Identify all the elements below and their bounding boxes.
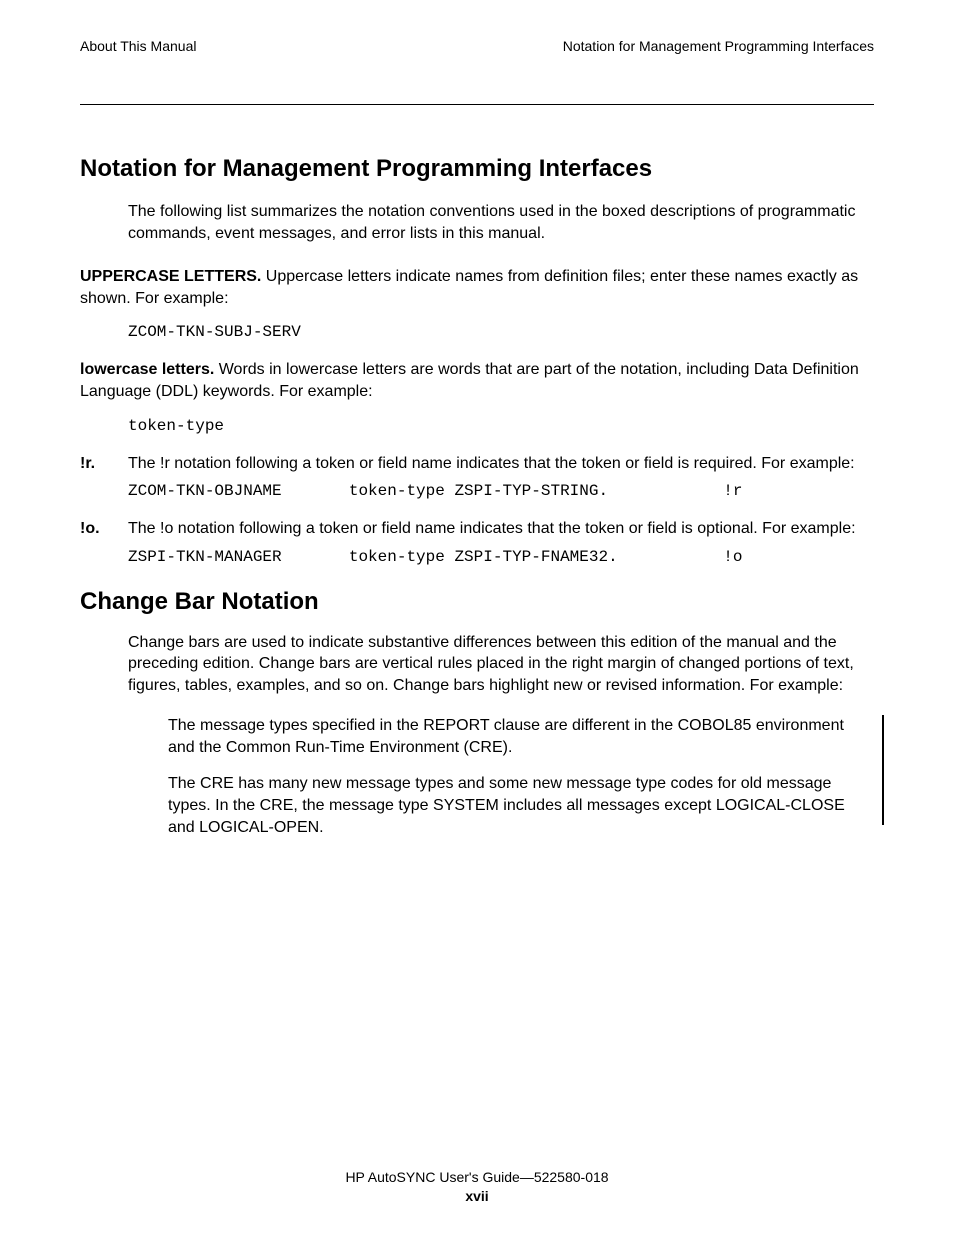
changebar-example-block: The message types specified in the REPOR… bbox=[168, 715, 874, 839]
footer-title: HP AutoSYNC User's Guide—522580-018 bbox=[0, 1168, 954, 1188]
r-notation-block: !r. The !r notation following a token or… bbox=[80, 453, 874, 475]
change-bar-icon bbox=[882, 715, 884, 825]
r-notation-label: !r. bbox=[80, 453, 128, 475]
lowercase-letters-label: lowercase letters. bbox=[80, 361, 214, 378]
lowercase-code: token-type bbox=[128, 417, 874, 435]
o-notation-block: !o. The !o notation following a token or… bbox=[80, 518, 874, 540]
header-right: Notation for Management Programming Inte… bbox=[563, 38, 874, 54]
r-code: ZCOM-TKN-OBJNAME token-type ZSPI-TYP-STR… bbox=[128, 482, 874, 500]
section-heading-notation: Notation for Management Programming Inte… bbox=[80, 155, 874, 183]
uppercase-letters-label: UPPERCASE LETTERS. bbox=[80, 268, 261, 285]
changebar-paragraph: Change bars are used to indicate substan… bbox=[128, 632, 874, 697]
page-header: About This Manual Notation for Managemen… bbox=[80, 38, 874, 54]
changebar-example-1: The message types specified in the REPOR… bbox=[168, 715, 860, 759]
lowercase-letters-block: lowercase letters. Words in lowercase le… bbox=[80, 359, 874, 402]
footer-page-number: xvii bbox=[0, 1187, 954, 1207]
o-notation-label: !o. bbox=[80, 518, 128, 540]
page-footer: HP AutoSYNC User's Guide—522580-018 xvii bbox=[0, 1168, 954, 1207]
changebar-example-2: The CRE has many new message types and s… bbox=[168, 773, 860, 839]
uppercase-letters-block: UPPERCASE LETTERS. Uppercase letters ind… bbox=[80, 266, 874, 309]
r-notation-text: The !r notation following a token or fie… bbox=[128, 453, 874, 475]
intro-paragraph: The following list summarizes the notati… bbox=[128, 201, 874, 244]
section-heading-changebar: Change Bar Notation bbox=[80, 588, 874, 616]
header-left: About This Manual bbox=[80, 38, 196, 54]
o-notation-text: The !o notation following a token or fie… bbox=[128, 518, 874, 540]
o-code: ZSPI-TKN-MANAGER token-type ZSPI-TYP-FNA… bbox=[128, 548, 874, 566]
uppercase-code: ZCOM-TKN-SUBJ-SERV bbox=[128, 323, 874, 341]
